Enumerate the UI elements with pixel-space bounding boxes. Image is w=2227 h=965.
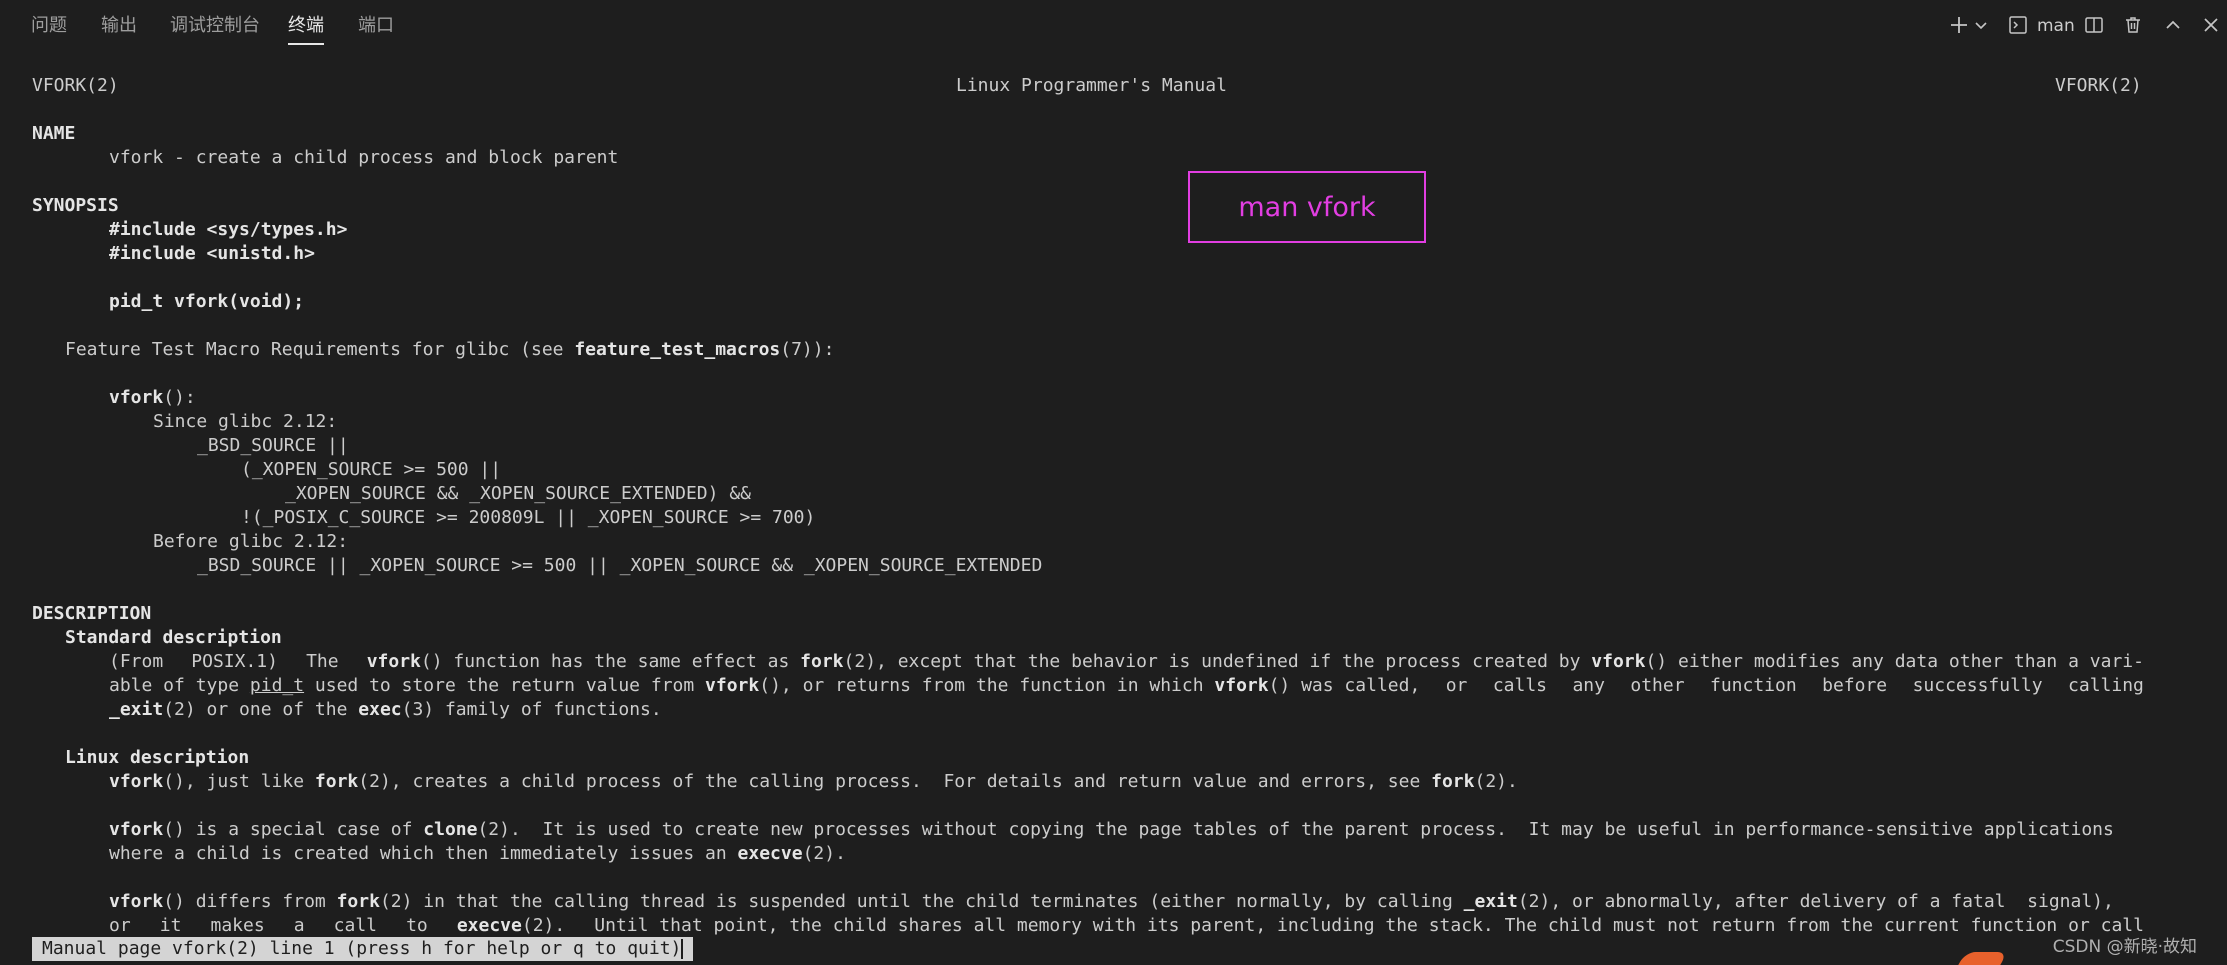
std-word: any [1572, 675, 1605, 696]
linux-paragraph-2-line-2: where a child is created which then imme… [109, 843, 846, 864]
ftm-func-suffix: (): [163, 387, 196, 408]
terminal-name-label[interactable]: man [2037, 13, 2075, 39]
terminal-icon[interactable] [2007, 12, 2029, 38]
std-word: vfork() function has the same effect as … [366, 651, 2144, 672]
tab-terminal[interactable]: 终端 [288, 13, 324, 45]
tab-output[interactable]: 输出 [101, 13, 137, 39]
std-word: able of type pid_t used to store the ret… [109, 675, 1421, 696]
function-name: vfork [366, 651, 421, 672]
function-name: execve [737, 843, 803, 864]
std-paragraph-line-1: (From POSIX.1) The vfork() function has … [109, 650, 2144, 674]
std-word: POSIX.1) [191, 651, 278, 672]
std-word: or [1445, 675, 1468, 696]
ftm-link: feature_test_macros [574, 339, 781, 360]
linux-paragraph-3-line-1: vfork() differs from fork(2) in that the… [109, 891, 2114, 912]
chevron-up-icon[interactable] [2162, 12, 2184, 38]
std-word: (From [109, 651, 164, 672]
ftm-line: Feature Test Macro Requirements for glib… [65, 338, 834, 362]
std-word: successfully [1912, 675, 2043, 696]
close-icon[interactable] [2200, 12, 2222, 38]
function-name: vfork [1214, 675, 1269, 696]
ftm-func: vfork [109, 387, 164, 408]
name-heading: NAME [32, 123, 76, 144]
std-word: function [1709, 675, 1797, 696]
std-word: calling [2068, 675, 2144, 696]
tab-debug-console[interactable]: 调试控制台 [170, 13, 260, 39]
function-name: exec [358, 699, 402, 720]
linux-description-heading: Linux description [65, 747, 250, 768]
function-name: clone [423, 819, 478, 840]
synopsis-heading: SYNOPSIS [32, 195, 119, 216]
include-unistd: #include <unistd.h> [109, 243, 315, 264]
function-name: vfork [109, 771, 164, 792]
function-name: fork [336, 891, 380, 912]
plus-icon[interactable] [1948, 12, 1970, 38]
since-line-3: _XOPEN_SOURCE && _XOPEN_SOURCE_EXTENDED)… [285, 483, 751, 504]
linux-word: Until that point, the child shares all m… [594, 915, 2144, 936]
name-text: vfork - create a child process and block… [109, 147, 619, 168]
function-name: execve [456, 915, 522, 936]
since-label: Since glibc 2.12: [153, 411, 338, 432]
function-name: vfork [109, 891, 164, 912]
linux-word: or [109, 915, 131, 936]
before-label: Before glibc 2.12: [153, 531, 349, 552]
linux-word: a [293, 915, 305, 936]
function-name: _exit [1463, 891, 1518, 912]
annotation-text: man vfork [1238, 191, 1376, 223]
linux-word: to [406, 915, 428, 936]
std-paragraph-line-2: able of type pid_t used to store the ret… [109, 674, 2144, 698]
before-line-1: _BSD_SOURCE || _XOPEN_SOURCE >= 500 || _… [197, 555, 1043, 576]
description-heading: DESCRIPTION [32, 603, 152, 624]
function-name: vfork [109, 819, 164, 840]
terminal-output[interactable]: VFORK(2) Linux Programmer's Manual VFORK… [0, 52, 2227, 965]
chevron-down-icon[interactable] [1973, 12, 1989, 38]
tab-problems[interactable]: 问题 [31, 13, 67, 39]
function-name: _exit [109, 699, 164, 720]
linux-word: call [333, 915, 378, 936]
linux-word: makes [210, 915, 265, 936]
function-name: fork [1431, 771, 1475, 792]
prototype: pid_t vfork(void); [109, 291, 305, 312]
panel-tab-bar: 问题 输出 调试控制台 终端 端口 man [0, 0, 2227, 52]
pager-status-line: Manual page vfork(2) line 1 (press h for… [32, 937, 694, 961]
function-name: fork [800, 651, 844, 672]
linux-paragraph-1: vfork(), just like fork(2), creates a ch… [109, 771, 1518, 792]
linux-paragraph-2-line-1: vfork() is a special case of clone(2). I… [109, 819, 2114, 840]
type-name: pid_t [249, 675, 305, 696]
function-name: fork [314, 771, 359, 792]
function-name: vfork [1591, 651, 1646, 672]
since-line-2: (_XOPEN_SOURCE >= 500 || [241, 459, 502, 480]
man-header-right: VFORK(2) [2055, 75, 2142, 96]
text-cursor [681, 939, 684, 959]
ftm-suffix: (7)): [780, 339, 835, 360]
linux-word: execve(2). [456, 915, 566, 936]
tab-ports[interactable]: 端口 [358, 13, 394, 39]
man-header-center: Linux Programmer's Manual [956, 75, 1227, 96]
std-word: before [1822, 675, 1888, 696]
std-word: The [306, 651, 339, 672]
man-header-left: VFORK(2) [32, 75, 119, 96]
linux-word: it [159, 915, 182, 936]
include-types: #include <sys/types.h> [109, 219, 348, 240]
function-name: vfork [705, 675, 760, 696]
std-word: other [1630, 675, 1685, 696]
annotation-box: man vfork [1188, 171, 1426, 243]
std-paragraph-line-3: _exit(2) or one of the exec(3) family of… [109, 699, 662, 720]
trash-icon[interactable] [2122, 12, 2144, 38]
linux-paragraph-3-line-2: or it makes a call to execve(2). Until t… [109, 914, 2144, 938]
pager-status-text: Manual page vfork(2) line 1 (press h for… [42, 938, 682, 959]
split-icon[interactable] [2083, 12, 2105, 38]
since-line-1: _BSD_SOURCE || [197, 435, 349, 456]
std-word: calls [1492, 675, 1548, 696]
since-line-4: !(_POSIX_C_SOURCE >= 200809L || _XOPEN_S… [241, 507, 816, 528]
watermark: CSDN @新晓·故知 [2052, 937, 2197, 957]
ftm-prefix: Feature Test Macro Requirements for glib… [65, 339, 575, 360]
standard-description-heading: Standard description [65, 627, 282, 648]
ftm-func-line: vfork(): [109, 386, 196, 410]
